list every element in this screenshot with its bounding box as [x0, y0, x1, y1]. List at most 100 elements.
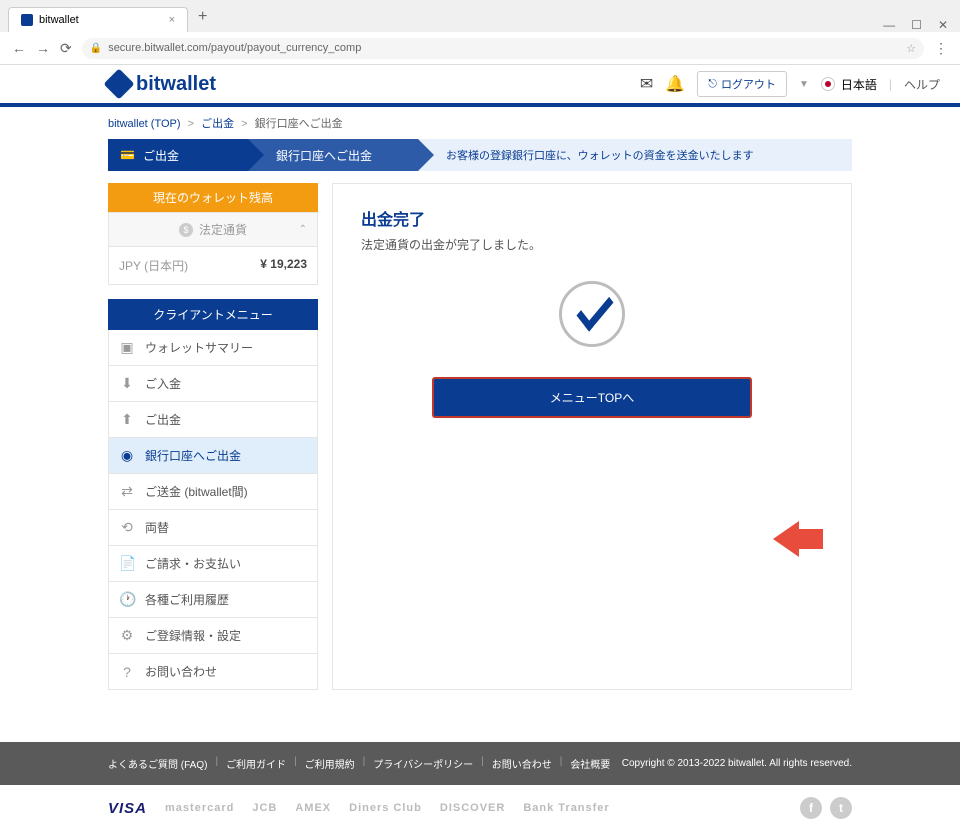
- chevron-down-icon[interactable]: ▼: [799, 79, 809, 90]
- social-links: f t: [800, 797, 852, 819]
- bell-icon[interactable]: 🔔: [665, 74, 685, 94]
- site-content: bitwallet ✉ 🔔 ⎋ ログアウト ▼ 日本語 | ヘルプ bitwal…: [0, 65, 960, 831]
- footer-link[interactable]: ご利用ガイド: [226, 756, 286, 771]
- step-2: 銀行口座へご出金: [248, 139, 418, 171]
- menu-history[interactable]: 🕐各種ご利用履歴: [108, 582, 318, 618]
- step2-label: 銀行口座へご出金: [276, 147, 372, 164]
- logo[interactable]: bitwallet: [108, 73, 216, 96]
- logout-button[interactable]: ⎋ ログアウト: [697, 71, 787, 97]
- success-check-icon: [559, 281, 625, 347]
- amex-logo: AMEX: [295, 802, 331, 814]
- favicon-icon: [21, 14, 33, 26]
- payout-icon: ⬆: [119, 411, 135, 428]
- help-link[interactable]: ヘルプ: [904, 76, 940, 93]
- footer-link[interactable]: 会社概要: [570, 756, 610, 771]
- menu-payout[interactable]: ⬆ご出金: [108, 402, 318, 438]
- reload-icon[interactable]: ⟳: [60, 40, 72, 57]
- help-icon: ?: [119, 664, 135, 680]
- logo-icon: [103, 68, 134, 99]
- logout-icon: ⎋: [708, 78, 717, 91]
- tab-title: bitwallet: [39, 14, 79, 26]
- breadcrumb-current: 銀行口座へご出金: [255, 118, 343, 130]
- brand-text: bitwallet: [136, 73, 216, 96]
- flag-jp-icon: [821, 77, 835, 91]
- back-icon[interactable]: ←: [12, 40, 26, 56]
- footer-link[interactable]: プライバシーポリシー: [373, 756, 473, 771]
- close-tab-icon[interactable]: ×: [169, 14, 175, 26]
- new-tab-button[interactable]: +: [188, 2, 217, 32]
- currency-label: JPY (日本円): [119, 257, 188, 274]
- tab-bar: bitwallet × + — ☐ ✕: [0, 0, 960, 32]
- billing-icon: 📄: [119, 555, 135, 572]
- mastercard-logo: mastercard: [165, 802, 234, 814]
- jcb-logo: JCB: [252, 802, 277, 814]
- minimize-icon[interactable]: —: [883, 18, 895, 32]
- lock-icon: 🔒: [90, 43, 102, 54]
- settings-icon: ⚙: [119, 627, 135, 644]
- facebook-icon[interactable]: f: [800, 797, 822, 819]
- balance-sub-label: 法定通貨: [199, 221, 247, 238]
- browser-tab[interactable]: bitwallet ×: [8, 7, 188, 32]
- twitter-icon[interactable]: t: [830, 797, 852, 819]
- diners-logo: Diners Club: [349, 802, 422, 814]
- discover-logo: DISCOVER: [440, 802, 505, 814]
- forward-icon[interactable]: →: [36, 40, 50, 56]
- balance-header: 現在のウォレット残高: [108, 183, 318, 212]
- visa-logo: VISA: [108, 800, 147, 817]
- menu-wallet-summary[interactable]: ▣ウォレットサマリー: [108, 330, 318, 366]
- language-label: 日本語: [841, 76, 877, 93]
- window-controls: — ☐ ✕: [871, 18, 960, 32]
- language-selector[interactable]: 日本語: [821, 76, 877, 93]
- balance-amount: ¥ 19,223: [260, 257, 307, 274]
- copyright: Copyright © 2013-2022 bitwallet. All rig…: [622, 758, 852, 769]
- footer: よくあるご質問 (FAQ)| ご利用ガイド| ご利用規約| プライバシーポリシー…: [0, 742, 960, 785]
- separator: |: [889, 77, 892, 91]
- browser-chrome: bitwallet × + — ☐ ✕ ← → ⟳ 🔒 secure.bitwa…: [0, 0, 960, 65]
- deposit-icon: ⬇: [119, 375, 135, 392]
- menu-billing[interactable]: 📄ご請求・お支払い: [108, 546, 318, 582]
- footer-link[interactable]: よくあるご質問 (FAQ): [108, 756, 207, 771]
- browser-menu-icon[interactable]: ⋮: [934, 40, 948, 57]
- step-description: お客様の登録銀行口座に、ウォレットの資金を送金いたします: [418, 139, 852, 171]
- panel-title: 出金完了: [361, 206, 823, 230]
- main-panel: 出金完了 法定通貨の出金が完了しました。 メニューTOPへ: [332, 183, 852, 690]
- bank-logo: Bank Transfer: [523, 802, 609, 814]
- step-1: 💳 ご出金: [108, 139, 248, 171]
- maximize-icon[interactable]: ☐: [911, 18, 922, 32]
- site-header: bitwallet ✉ 🔔 ⎋ ログアウト ▼ 日本語 | ヘルプ: [0, 65, 960, 107]
- menu-top-button[interactable]: メニューTOPへ: [432, 377, 752, 418]
- menu-transfer[interactable]: ⇄ご送金 (bitwallet間): [108, 474, 318, 510]
- wallet-icon: 💳: [120, 148, 135, 162]
- menu-header: クライアントメニュー: [108, 299, 318, 330]
- logout-label: ログアウト: [721, 76, 776, 92]
- payment-logos: VISA mastercard JCB AMEX Diners Club DIS…: [0, 785, 960, 831]
- panel-subtitle: 法定通貨の出金が完了しました。: [361, 236, 823, 253]
- mail-icon[interactable]: ✉: [640, 74, 653, 94]
- balance-subheader[interactable]: $ 法定通貨 ⌃: [108, 212, 318, 247]
- menu-deposit[interactable]: ⬇ご入金: [108, 366, 318, 402]
- sidebar: 現在のウォレット残高 $ 法定通貨 ⌃ JPY (日本円) ¥ 19,223 ク…: [108, 183, 318, 690]
- breadcrumb-top[interactable]: bitwallet (TOP): [108, 118, 181, 130]
- bank-payout-icon: ◉: [119, 447, 135, 464]
- breadcrumb-mid[interactable]: ご出金: [201, 118, 234, 130]
- breadcrumb: bitwallet (TOP) > ご出金 > 銀行口座へご出金: [108, 107, 852, 139]
- close-window-icon[interactable]: ✕: [938, 18, 948, 32]
- menu-contact[interactable]: ?お問い合わせ: [108, 654, 318, 690]
- menu-bank-payout[interactable]: ◉銀行口座へご出金: [108, 438, 318, 474]
- footer-link[interactable]: お問い合わせ: [492, 756, 552, 771]
- footer-link[interactable]: ご利用規約: [305, 756, 355, 771]
- coin-icon: $: [179, 223, 193, 237]
- menu-settings[interactable]: ⚙ご登録情報・設定: [108, 618, 318, 654]
- bookmark-icon[interactable]: ☆: [906, 42, 916, 55]
- address-bar: ← → ⟳ 🔒 secure.bitwallet.com/payout/payo…: [0, 32, 960, 64]
- balance-row: JPY (日本円) ¥ 19,223: [108, 247, 318, 285]
- footer-links: よくあるご質問 (FAQ)| ご利用ガイド| ご利用規約| プライバシーポリシー…: [108, 756, 610, 771]
- wallet-summary-icon: ▣: [119, 339, 135, 356]
- step1-label: ご出金: [143, 147, 179, 164]
- exchange-icon: ⟲: [119, 519, 135, 536]
- menu-exchange[interactable]: ⟲両替: [108, 510, 318, 546]
- step-bar: 💳 ご出金 銀行口座へご出金 お客様の登録銀行口座に、ウォレットの資金を送金いた…: [108, 139, 852, 171]
- url-field[interactable]: 🔒 secure.bitwallet.com/payout/payout_cur…: [82, 38, 924, 59]
- step-desc-text: お客様の登録銀行口座に、ウォレットの資金を送金いたします: [446, 147, 754, 163]
- chevron-up-icon: ⌃: [299, 224, 307, 235]
